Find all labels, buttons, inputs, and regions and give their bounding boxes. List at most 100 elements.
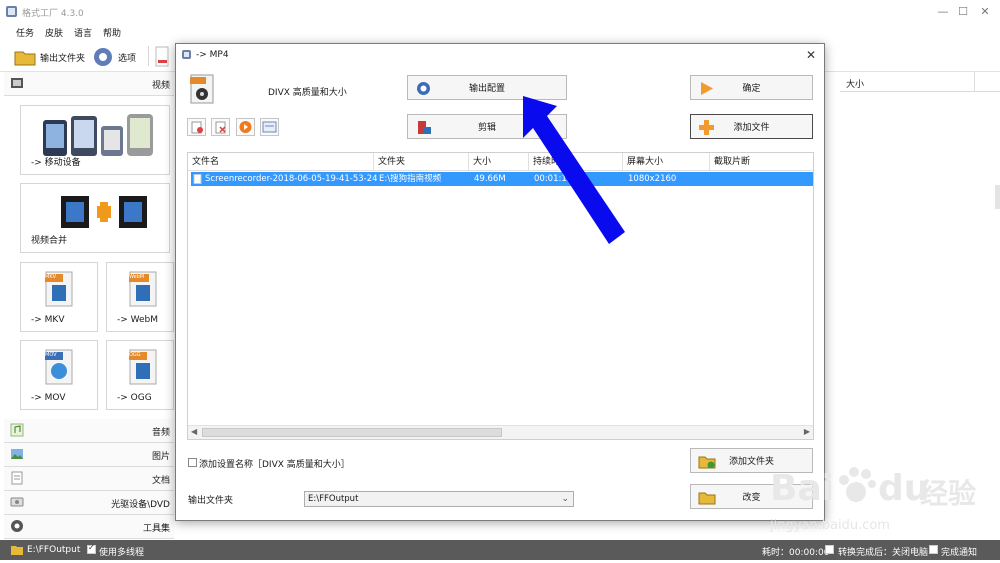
remove-file-icon: [191, 121, 203, 134]
right-scrollbar-thumb[interactable]: [995, 185, 1000, 209]
table-horizontal-scrollbar[interactable]: ◀ ▶: [188, 425, 813, 439]
main-titlebar: 格式工厂 4.3.0 — ☐ ✕: [0, 0, 1000, 24]
scrollbar-thumb[interactable]: [202, 428, 502, 437]
col-filename[interactable]: 文件名: [188, 153, 374, 171]
category-tools[interactable]: 工具集: [4, 515, 174, 539]
clip-film-icon: [418, 121, 431, 134]
play-button[interactable]: [236, 118, 255, 136]
disc-drive-icon: [10, 497, 24, 507]
scroll-right-icon[interactable]: ▶: [804, 427, 810, 436]
maximize-button[interactable]: ☐: [954, 4, 972, 20]
category-audio-label: 音频: [151, 428, 170, 438]
category-document-label: 文档: [151, 476, 170, 486]
mkv-badge: MKV: [45, 274, 57, 280]
col-folder[interactable]: 文件夹: [374, 153, 469, 171]
menu-bar: 任务 皮肤 语言 帮助: [0, 24, 1000, 40]
add-plus-icon: [699, 120, 714, 135]
notify-label: 完成通知: [941, 548, 978, 558]
category-video[interactable]: 视频: [4, 72, 174, 96]
tile-ogg-label: -> OGG: [117, 393, 152, 403]
delete-item-button[interactable]: [211, 118, 230, 136]
col-clip-segment[interactable]: 截取片断: [710, 153, 813, 171]
tools-gear-icon: [11, 520, 23, 532]
output-folder-value: E:\FFOutput: [308, 494, 359, 504]
menu-skin[interactable]: 皮肤: [45, 26, 63, 39]
document-icon[interactable]: [155, 46, 171, 68]
info-panel-icon: [262, 121, 277, 133]
after-convert-checkbox[interactable]: [825, 545, 834, 554]
cell-folder: E:\搜狗指南视频: [379, 174, 442, 184]
output-config-label: 输出配置: [468, 84, 505, 94]
tile-mobile-label: -> 移动设备: [31, 158, 81, 168]
app-root: 格式工厂 4.3.0 — ☐ ✕ 任务 皮肤 语言 帮助 输出文件夹 选项 视频: [0, 0, 1000, 563]
menu-help[interactable]: 帮助: [103, 26, 121, 39]
tile-webm[interactable]: WebM -> WebM: [106, 262, 174, 332]
watermark: Bai du 经验 jingyan.baidu.com: [770, 462, 990, 540]
confirm-button[interactable]: 确定: [690, 75, 813, 100]
tile-mkv[interactable]: MKV -> MKV: [20, 262, 98, 332]
notify-checkbox[interactable]: [929, 545, 938, 554]
col-screen-size[interactable]: 屏幕大小: [623, 153, 710, 171]
add-file-label: 添加文件: [733, 123, 770, 133]
tile-video-merge[interactable]: 视频合并: [20, 183, 170, 253]
add-folder-icon: [698, 456, 716, 469]
dialog-close-button[interactable]: ✕: [806, 48, 816, 62]
settings-gear-icon: [417, 82, 430, 95]
category-dvd[interactable]: 光驱设备\DVD: [4, 491, 174, 515]
category-document[interactable]: 文档: [4, 467, 174, 491]
category-image[interactable]: 图片: [4, 443, 174, 467]
options-label: 选项: [118, 53, 137, 64]
paw-icon: [839, 467, 876, 502]
info-button[interactable]: [260, 118, 279, 136]
dialog-app-icon: [182, 50, 191, 59]
menu-language[interactable]: 语言: [74, 26, 92, 39]
after-convert-label: 转换完成后：关闭电脑: [838, 548, 929, 558]
multithread-checkbox[interactable]: ✓: [87, 543, 96, 554]
close-window-button[interactable]: ✕: [976, 4, 994, 20]
annotation-arrow: [523, 96, 625, 244]
dialog-titlebar: -> MP4 ✕: [176, 44, 824, 66]
category-tools-label: 工具集: [142, 524, 170, 534]
output-folder-button[interactable]: 输出文件夹: [14, 46, 85, 68]
category-audio[interactable]: 音频: [4, 419, 174, 443]
document-category-icon: [11, 471, 23, 485]
output-folder-label: 输出文件夹: [40, 53, 86, 64]
mobile-devices-icon: [43, 114, 153, 156]
mp4-dialog: -> MP4 ✕ DIVX 高质量和大小 输出配置 确定 剪辑 添加文件 文件名…: [175, 43, 825, 521]
remove-item-button[interactable]: [187, 118, 206, 136]
toolbar-divider: [148, 46, 149, 66]
status-folder-icon[interactable]: [10, 544, 24, 556]
film-icon: [11, 78, 23, 88]
output-folder-select[interactable]: E:\FFOutput ⌄: [304, 491, 574, 507]
mov-badge: MOV: [45, 352, 57, 358]
category-image-label: 图片: [151, 452, 170, 462]
options-button[interactable]: 选项: [92, 46, 136, 68]
category-video-label: 视频: [151, 81, 170, 91]
tile-webm-label: -> WebM: [117, 315, 159, 325]
chevron-down-icon: ⌄: [561, 494, 569, 504]
tile-merge-label: 视频合并: [31, 236, 68, 246]
delete-x-icon: [215, 121, 226, 134]
music-note-icon: [10, 423, 24, 437]
tile-mov[interactable]: MOV -> MOV: [20, 340, 98, 410]
category-dvd-label: 光驱设备\DVD: [111, 500, 170, 510]
file-table-header: 文件名 文件夹 大小 持续时间 屏幕大小 截取片断: [188, 153, 813, 171]
tile-mobile-device[interactable]: -> 移动设备: [20, 105, 170, 175]
folder-icon: [14, 51, 36, 66]
video-file-icon: [193, 174, 202, 184]
clip-label: 剪辑: [477, 123, 496, 133]
table-row[interactable]: Screenrecorder-2018-06-05-19-41-53-24...…: [191, 172, 813, 186]
status-path[interactable]: E:\FFOutput: [27, 545, 80, 555]
dialog-title: -> MP4: [196, 50, 229, 60]
tile-ogg[interactable]: OGG -> OGG: [106, 340, 174, 410]
mp4-format-icon: [190, 74, 214, 104]
webm-badge: WebM: [129, 274, 145, 280]
multithread-label: 使用多线程: [99, 548, 145, 558]
menu-task[interactable]: 任务: [16, 26, 34, 39]
scroll-left-icon[interactable]: ◀: [191, 427, 197, 436]
add-setting-checkbox[interactable]: [188, 458, 197, 467]
task-list-header: 大小: [840, 72, 1000, 92]
minimize-button[interactable]: —: [934, 4, 952, 20]
size-column-header[interactable]: 大小: [846, 77, 864, 90]
add-file-button[interactable]: 添加文件: [690, 114, 813, 139]
